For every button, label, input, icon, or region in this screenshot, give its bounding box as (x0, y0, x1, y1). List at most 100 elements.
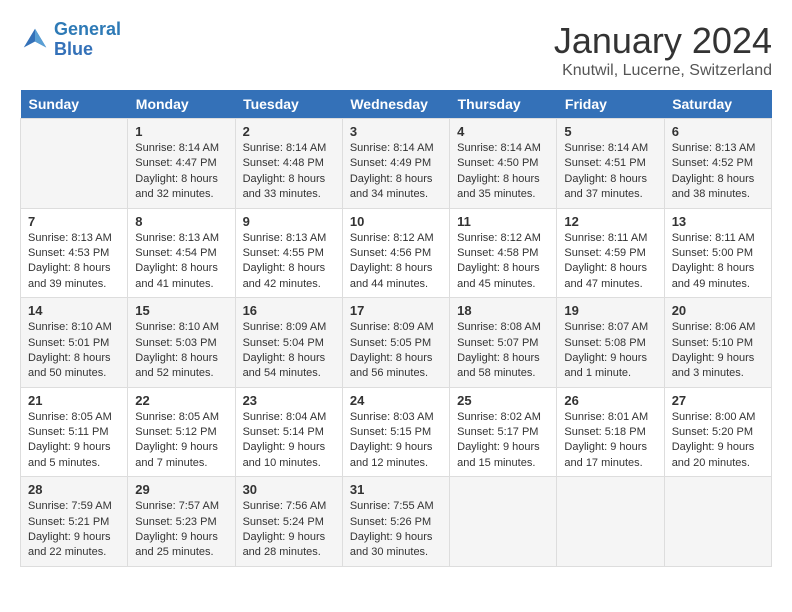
day-info: Sunrise: 8:09 AMSunset: 5:05 PMDaylight:… (350, 320, 442, 382)
day-info: Sunrise: 8:13 AMSunset: 4:54 PMDaylight:… (135, 231, 227, 293)
calendar-cell (664, 477, 771, 567)
day-number: 31 (350, 482, 442, 497)
calendar-cell: 20 Sunrise: 8:06 AMSunset: 5:10 PMDayligh… (664, 298, 771, 388)
calendar-header: SundayMondayTuesdayWednesdayThursdayFrid… (21, 90, 772, 119)
day-info: Sunrise: 7:56 AMSunset: 5:24 PMDaylight:… (243, 499, 335, 561)
location: Knutwil, Lucerne, Switzerland (554, 62, 772, 80)
day-number: 14 (28, 303, 120, 318)
day-info: Sunrise: 8:13 AMSunset: 4:52 PMDaylight:… (672, 141, 764, 203)
calendar-cell: 30Sunrise: 7:56 AMSunset: 5:24 PMDayligh… (235, 477, 342, 567)
day-number: 20 (672, 303, 764, 318)
day-number: 12 (564, 214, 656, 229)
calendar-cell: 25 Sunrise: 8:02 AMSunset: 5:17 PMDayligh… (450, 387, 557, 477)
day-number: 8 (135, 214, 227, 229)
calendar-cell: 18Sunrise: 8:08 AMSunset: 5:07 PMDayligh… (450, 298, 557, 388)
header-day-saturday: Saturday (664, 90, 771, 119)
calendar-cell: 16 Sunrise: 8:09 AMSunset: 5:04 PMDayligh… (235, 298, 342, 388)
logo: General Blue (20, 20, 121, 60)
calendar-cell: 6 Sunrise: 8:13 AMSunset: 4:52 PMDaylight… (664, 119, 771, 209)
day-number: 25 (457, 393, 549, 408)
calendar-cell: 14 Sunrise: 8:10 AMSunset: 5:01 PMDayligh… (21, 298, 128, 388)
logo-text: General Blue (54, 20, 121, 60)
calendar-cell: 10 Sunrise: 8:12 AMSunset: 4:56 PMDayligh… (342, 208, 449, 298)
day-number: 2 (243, 124, 335, 139)
week-row-3: 21Sunrise: 8:05 AMSunset: 5:11 PMDayligh… (21, 387, 772, 477)
calendar-cell: 4Sunrise: 8:14 AMSunset: 4:50 PMDaylight… (450, 119, 557, 209)
header-day-sunday: Sunday (21, 90, 128, 119)
day-number: 6 (672, 124, 764, 139)
header-day-tuesday: Tuesday (235, 90, 342, 119)
day-info: Sunrise: 8:14 AMSunset: 4:47 PMDaylight:… (135, 141, 227, 203)
calendar-cell: 31 Sunrise: 7:55 AMSunset: 5:26 PMDayligh… (342, 477, 449, 567)
day-number: 22 (135, 393, 227, 408)
day-info: Sunrise: 7:59 AMSunset: 5:21 PMDaylight:… (28, 499, 120, 561)
day-number: 23 (243, 393, 335, 408)
header-day-friday: Friday (557, 90, 664, 119)
day-number: 9 (243, 214, 335, 229)
calendar-body: 1 Sunrise: 8:14 AMSunset: 4:47 PMDaylight… (21, 119, 772, 567)
day-number: 5 (564, 124, 656, 139)
page-header: General Blue January 2024 Knutwil, Lucer… (20, 20, 772, 80)
calendar-cell (557, 477, 664, 567)
day-number: 26 (564, 393, 656, 408)
day-number: 19 (564, 303, 656, 318)
calendar-cell: 2Sunrise: 8:14 AMSunset: 4:48 PMDaylight… (235, 119, 342, 209)
day-info: Sunrise: 8:11 AMSunset: 4:59 PMDaylight:… (564, 231, 656, 293)
calendar-cell: 24 Sunrise: 8:03 AMSunset: 5:15 PMDayligh… (342, 387, 449, 477)
day-info: Sunrise: 8:12 AMSunset: 4:58 PMDaylight:… (457, 231, 549, 293)
calendar-cell: 1 Sunrise: 8:14 AMSunset: 4:47 PMDaylight… (128, 119, 235, 209)
day-info: Sunrise: 8:12 AMSunset: 4:56 PMDaylight:… (350, 231, 442, 293)
day-number: 21 (28, 393, 120, 408)
month-title: January 2024 (554, 20, 772, 62)
calendar-cell: 23Sunrise: 8:04 AMSunset: 5:14 PMDayligh… (235, 387, 342, 477)
header-day-wednesday: Wednesday (342, 90, 449, 119)
day-info: Sunrise: 7:55 AMSunset: 5:26 PMDaylight:… (350, 499, 442, 561)
day-number: 24 (350, 393, 442, 408)
calendar-cell: 27Sunrise: 8:00 AMSunset: 5:20 PMDayligh… (664, 387, 771, 477)
week-row-4: 28 Sunrise: 7:59 AMSunset: 5:21 PMDayligh… (21, 477, 772, 567)
calendar-cell: 17Sunrise: 8:09 AMSunset: 5:05 PMDayligh… (342, 298, 449, 388)
header-row: SundayMondayTuesdayWednesdayThursdayFrid… (21, 90, 772, 119)
day-info: Sunrise: 8:03 AMSunset: 5:15 PMDaylight:… (350, 410, 442, 472)
calendar-cell (21, 119, 128, 209)
calendar-cell: 15 Sunrise: 8:10 AMSunset: 5:03 PMDayligh… (128, 298, 235, 388)
day-info: Sunrise: 8:10 AMSunset: 5:03 PMDaylight:… (135, 320, 227, 382)
calendar-cell: 9Sunrise: 8:13 AMSunset: 4:55 PMDaylight… (235, 208, 342, 298)
logo-icon (20, 25, 50, 55)
day-number: 7 (28, 214, 120, 229)
day-info: Sunrise: 8:00 AMSunset: 5:20 PMDaylight:… (672, 410, 764, 472)
calendar-cell: 19 Sunrise: 8:07 AMSunset: 5:08 PMDayligh… (557, 298, 664, 388)
calendar-cell: 29Sunrise: 7:57 AMSunset: 5:23 PMDayligh… (128, 477, 235, 567)
day-number: 16 (243, 303, 335, 318)
day-info: Sunrise: 8:02 AMSunset: 5:17 PMDaylight:… (457, 410, 549, 472)
day-number: 4 (457, 124, 549, 139)
calendar-cell: 12 Sunrise: 8:11 AMSunset: 4:59 PMDayligh… (557, 208, 664, 298)
calendar-cell: 22 Sunrise: 8:05 AMSunset: 5:12 PMDayligh… (128, 387, 235, 477)
calendar-cell: 5 Sunrise: 8:14 AMSunset: 4:51 PMDaylight… (557, 119, 664, 209)
calendar-cell: 21Sunrise: 8:05 AMSunset: 5:11 PMDayligh… (21, 387, 128, 477)
day-info: Sunrise: 8:09 AMSunset: 5:04 PMDaylight:… (243, 320, 335, 382)
week-row-2: 14 Sunrise: 8:10 AMSunset: 5:01 PMDayligh… (21, 298, 772, 388)
day-info: Sunrise: 8:10 AMSunset: 5:01 PMDaylight:… (28, 320, 120, 382)
day-number: 13 (672, 214, 764, 229)
day-info: Sunrise: 8:07 AMSunset: 5:08 PMDaylight:… (564, 320, 656, 382)
title-block: January 2024 Knutwil, Lucerne, Switzerla… (554, 20, 772, 80)
day-info: Sunrise: 8:14 AMSunset: 4:49 PMDaylight:… (350, 141, 442, 203)
day-number: 28 (28, 482, 120, 497)
calendar-cell: 11 Sunrise: 8:12 AMSunset: 4:58 PMDayligh… (450, 208, 557, 298)
day-number: 1 (135, 124, 227, 139)
day-number: 3 (350, 124, 442, 139)
calendar-cell (450, 477, 557, 567)
calendar-table: SundayMondayTuesdayWednesdayThursdayFrid… (20, 90, 772, 567)
day-info: Sunrise: 8:08 AMSunset: 5:07 PMDaylight:… (457, 320, 549, 382)
day-number: 11 (457, 214, 549, 229)
day-number: 29 (135, 482, 227, 497)
day-number: 15 (135, 303, 227, 318)
day-info: Sunrise: 8:01 AMSunset: 5:18 PMDaylight:… (564, 410, 656, 472)
day-number: 10 (350, 214, 442, 229)
calendar-cell: 26 Sunrise: 8:01 AMSunset: 5:18 PMDayligh… (557, 387, 664, 477)
day-info: Sunrise: 8:13 AMSunset: 4:53 PMDaylight:… (28, 231, 120, 293)
day-info: Sunrise: 8:05 AMSunset: 5:12 PMDaylight:… (135, 410, 227, 472)
day-info: Sunrise: 8:14 AMSunset: 4:51 PMDaylight:… (564, 141, 656, 203)
day-info: Sunrise: 8:06 AMSunset: 5:10 PMDaylight:… (672, 320, 764, 382)
